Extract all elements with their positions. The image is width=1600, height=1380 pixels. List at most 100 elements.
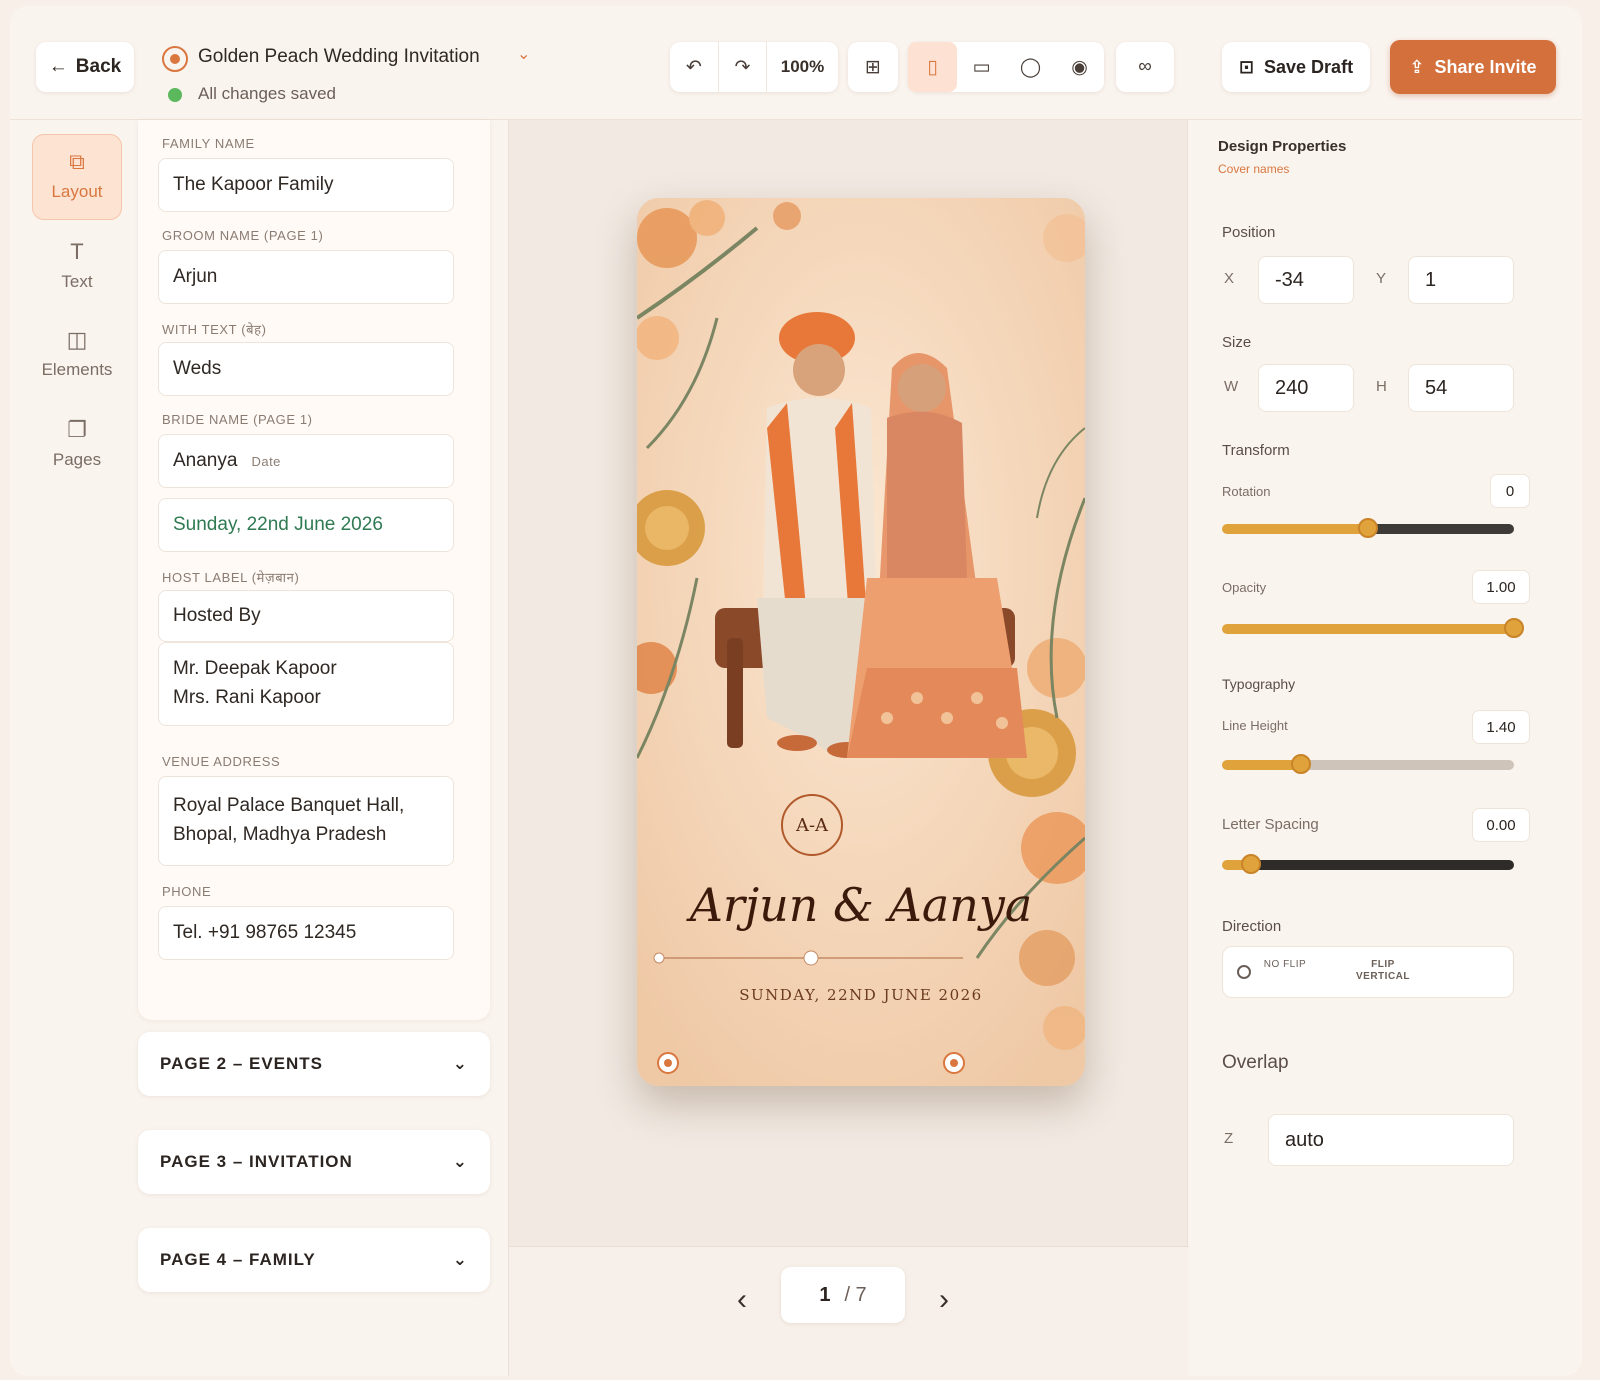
card-date[interactable]: SUNDAY, 22ND JUNE 2026 (637, 986, 1085, 1004)
save-icon: ⊡ (1238, 56, 1255, 77)
slider-thumb[interactable] (1358, 518, 1378, 538)
page-indicator[interactable]: 1 / 7 (781, 1267, 905, 1323)
layout-icon: ⧉ (69, 149, 85, 174)
with-text-label: With Text (बेह) (162, 322, 267, 337)
share-icon: ⇪ (1409, 56, 1425, 77)
flip-vertical-option[interactable]: Flip Vertical (1343, 959, 1423, 983)
line-height-slider[interactable] (1222, 754, 1514, 774)
page-navigator: ‹ 1 / 7 › (509, 1246, 1189, 1376)
line-height-value[interactable]: 1.40 (1472, 710, 1530, 744)
x-input[interactable]: -34 (1258, 256, 1354, 304)
y-input[interactable]: 1 (1408, 256, 1514, 304)
height-value: 54 (1425, 376, 1448, 399)
phone-input[interactable]: Tel. +91 98765 12345 (158, 906, 454, 960)
back-label: Back (75, 56, 122, 77)
host-names-input[interactable]: Mr. Deepak Kapoor Mrs. Rani Kapoor (158, 642, 454, 726)
groom-name-value: Arjun (173, 266, 218, 287)
link-button[interactable]: ∞ (1116, 42, 1174, 92)
direction-label: Direction (1222, 918, 1282, 935)
position-label: Position (1222, 224, 1276, 241)
rotation-value[interactable]: 0 (1490, 474, 1530, 508)
host-name-line: Mrs. Rani Kapoor (173, 687, 321, 708)
tablet-icon: ▭ (972, 56, 991, 78)
chevron-left-icon[interactable]: ‹ (737, 1283, 747, 1317)
letter-spacing-slider[interactable] (1222, 854, 1514, 874)
typography-label: Typography (1222, 676, 1296, 692)
accordion-page-3-invitation[interactable]: PAGE 3 – INVITATION ⌄ (138, 1130, 490, 1194)
chevron-down-icon[interactable]: ⌄ (517, 44, 530, 64)
host-name-line: Mr. Deepak Kapoor (173, 658, 337, 680)
share-invite-label: Share Invite (1434, 56, 1537, 77)
properties-title: Design Properties (1218, 138, 1347, 155)
opacity-value[interactable]: 1.00 (1472, 570, 1530, 604)
resize-handle[interactable] (657, 1052, 679, 1074)
grid-icon: ⊞ (865, 56, 881, 78)
slider-thumb[interactable] (1241, 854, 1262, 874)
x-value: -34 (1275, 268, 1304, 291)
rail-item-label: Layout (51, 182, 103, 201)
device-preview-group: ▯ ▭ ◯ ◉ (908, 42, 1104, 92)
grid-toggle[interactable]: ⊞ (848, 42, 898, 92)
slider-thumb[interactable] (1290, 754, 1311, 774)
z-index-input[interactable]: auto (1268, 1114, 1514, 1166)
zoom-level[interactable]: 100% (766, 42, 838, 92)
rail-item-text[interactable]: T Text (32, 224, 122, 310)
width-input[interactable]: 240 (1258, 364, 1354, 412)
save-status: All changes saved (198, 84, 336, 103)
bride-name-label: Bride Name (Page 1) (162, 412, 313, 427)
design-canvas: A-A Arjun & Aanya SUNDAY, 22ND JUNE 2026… (508, 120, 1189, 1376)
date-input[interactable]: Sunday, 22nd June 2026 (158, 498, 454, 552)
h-label: H (1376, 378, 1387, 395)
editor-app: ← Back Golden Peach Wedding Invitation ⌄… (10, 6, 1582, 1376)
venue-line: Bhopal, Madhya Pradesh (173, 824, 387, 845)
w-label: W (1224, 378, 1239, 395)
transform-label: Transform (1222, 442, 1290, 459)
venue-address-label: Venue Address (162, 754, 281, 769)
document-title[interactable]: Golden Peach Wedding Invitation (198, 46, 480, 68)
family-name-label: Family Name (162, 136, 255, 151)
groom-name-input[interactable]: Arjun (158, 250, 454, 304)
with-text-value: Weds (173, 358, 222, 379)
history-zoom-group: ↶ ↷ 100% (670, 42, 838, 92)
rotation-slider[interactable] (1222, 518, 1514, 538)
mobile-view-button[interactable]: ▯ (908, 42, 957, 92)
back-button[interactable]: ← Back (36, 42, 134, 92)
preview-button[interactable]: ◉ (1055, 42, 1104, 92)
with-text-input[interactable]: Weds (158, 342, 454, 396)
host-label-value: Hosted By (173, 605, 261, 626)
x-label: X (1224, 270, 1235, 287)
bride-name-input[interactable]: Ananya Date (158, 434, 454, 488)
tablet-view-button[interactable]: ▭ (957, 42, 1006, 92)
height-input[interactable]: 54 (1408, 364, 1514, 412)
accordion-label: PAGE 4 – FAMILY (160, 1250, 316, 1269)
save-draft-button[interactable]: ⊡ Save Draft (1222, 42, 1370, 92)
accordion-page-4-family[interactable]: PAGE 4 – FAMILY ⌄ (138, 1228, 490, 1292)
width-value: 240 (1275, 376, 1309, 399)
radio-icon[interactable] (1237, 965, 1251, 979)
venue-address-input[interactable]: Royal Palace Banquet Hall, Bhopal, Madhy… (158, 776, 454, 866)
chevron-right-icon[interactable]: › (939, 1283, 949, 1317)
undo-button[interactable]: ↶ (670, 42, 718, 92)
share-invite-button[interactable]: ⇪ Share Invite (1390, 40, 1556, 94)
bride-name-value: Ananya (173, 450, 238, 471)
pages-icon: ❐ (67, 417, 87, 442)
family-name-input[interactable]: The Kapoor Family (158, 158, 454, 212)
rail-item-layout[interactable]: ⧉ Layout (32, 134, 122, 220)
rail-item-label: Elements (41, 360, 113, 379)
rail-item-pages[interactable]: ❐ Pages (32, 402, 122, 488)
slider-thumb[interactable] (1504, 618, 1524, 638)
letter-spacing-value[interactable]: 0.00 (1472, 808, 1530, 842)
no-flip-option[interactable]: No Flip (1261, 959, 1309, 971)
host-label-input[interactable]: Hosted By (158, 590, 454, 642)
opacity-slider[interactable] (1222, 618, 1524, 638)
accordion-page-2-events[interactable]: PAGE 2 – EVENTS ⌄ (138, 1032, 490, 1096)
comment-button[interactable]: ◯ (1006, 42, 1055, 92)
card-couple-names[interactable]: Arjun & Aanya (637, 878, 1085, 932)
accordion-label: PAGE 3 – INVITATION (160, 1152, 353, 1171)
size-label: Size (1222, 334, 1252, 351)
monogram[interactable]: A-A (781, 794, 843, 856)
invitation-card[interactable]: A-A Arjun & Aanya SUNDAY, 22ND JUNE 2026 (637, 198, 1085, 1086)
rail-item-elements[interactable]: ◫ Elements (32, 312, 122, 398)
redo-button[interactable]: ↷ (718, 42, 766, 92)
resize-handle[interactable] (943, 1052, 965, 1074)
